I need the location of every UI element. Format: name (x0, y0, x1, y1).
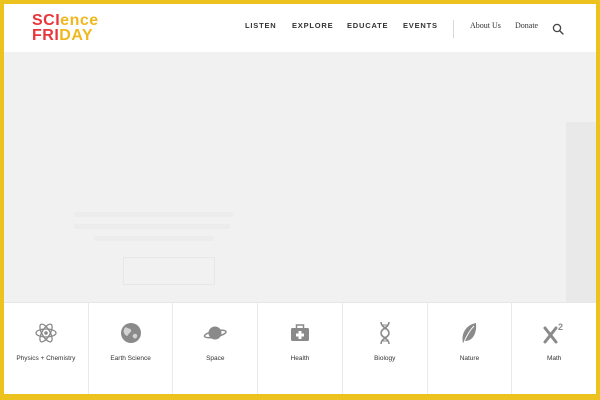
topic-biology[interactable]: Biology (343, 303, 428, 394)
hero-side-panel (566, 122, 596, 302)
medical-kit-icon (291, 324, 310, 341)
topic-label: Physics + Chemistry (16, 355, 76, 362)
topic-physics-chemistry[interactable]: Physics + Chemistry (4, 303, 89, 394)
planet-icon (203, 326, 228, 340)
topics-bar: Physics + Chemistry Earth Science Space … (4, 302, 596, 394)
nav-donate[interactable]: Donate (515, 21, 538, 30)
hero-banner (4, 52, 596, 302)
nav-explore[interactable]: EXPLORE (292, 21, 333, 30)
hero-faded-text-line (74, 212, 234, 217)
search-icon[interactable] (552, 23, 564, 35)
topic-label: Health (290, 355, 310, 362)
x-squared-icon: 2 (543, 322, 563, 344)
topic-health[interactable]: Health (258, 303, 343, 394)
site-header: SCIence FRIDAY LISTEN EXPLORE EDUCATE EV… (4, 4, 596, 52)
topic-space[interactable]: Space (173, 303, 259, 394)
nav-divider (453, 20, 454, 38)
hero-faded-text-line (74, 224, 230, 229)
topic-nature[interactable]: Nature (428, 303, 513, 394)
hero-faded-text-line (94, 236, 214, 241)
topic-label: Space (206, 355, 225, 362)
topic-label: Biology (374, 355, 396, 362)
atom-icon (35, 323, 57, 343)
nav-events[interactable]: EVENTS (403, 21, 438, 30)
nav-listen[interactable]: LISTEN (245, 21, 276, 30)
globe-icon (120, 323, 141, 343)
hero-cta-button[interactable] (123, 257, 215, 285)
topic-label: Math (546, 355, 562, 362)
svg-text:2: 2 (558, 322, 563, 332)
nav-educate[interactable]: EDUCATE (347, 21, 388, 30)
dna-icon (379, 321, 390, 345)
topic-earth-science[interactable]: Earth Science (89, 303, 174, 394)
topic-label: Nature (459, 355, 480, 362)
science-friday-logo[interactable]: SCIence FRIDAY (32, 13, 108, 47)
leaf-icon (462, 323, 477, 343)
topic-label: Earth Science (110, 355, 151, 362)
nav-about-us[interactable]: About Us (470, 21, 501, 30)
topic-math[interactable]: 2 Math (512, 303, 596, 394)
